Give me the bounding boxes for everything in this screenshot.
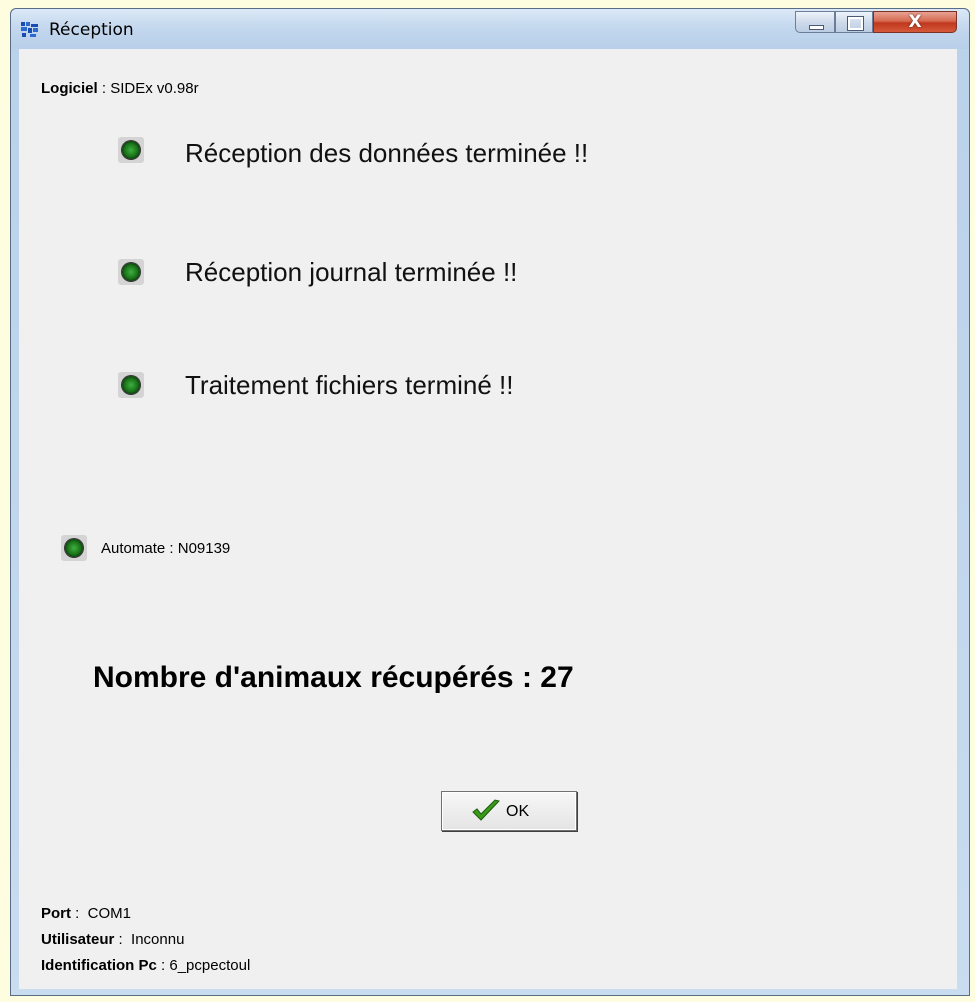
status-data-received: Réception des données terminée !! <box>185 138 589 168</box>
software-info: Logiciel : SIDEx v0.98r <box>41 80 199 97</box>
title-bar[interactable]: Réception X <box>11 9 969 49</box>
status-journal-received: Réception journal terminée !! <box>185 257 518 287</box>
user-info: Utilisateur : Inconnu <box>41 931 185 948</box>
software-label: Logiciel <box>41 80 98 97</box>
green-led-icon <box>61 535 87 561</box>
automate-label: Automate <box>101 540 166 557</box>
status-files-processed: Traitement fichiers terminé !! <box>185 370 514 400</box>
close-icon: X <box>908 12 922 32</box>
ok-label: OK <box>506 803 530 820</box>
user-label: Utilisateur <box>41 931 115 948</box>
client-area: Logiciel : SIDEx v0.98r Réception des do… <box>19 49 957 989</box>
app-icon <box>21 22 38 37</box>
software-value: SIDEx v0.98r <box>110 80 199 97</box>
ok-button[interactable]: OK <box>441 791 577 831</box>
user-value: Inconnu <box>131 931 185 948</box>
port-label: Port <box>41 905 71 922</box>
close-button[interactable]: X <box>873 11 957 33</box>
minimize-button[interactable] <box>795 11 835 33</box>
pc-value: 6_pcpectoul <box>169 957 251 974</box>
reception-window: Réception X Logiciel : SIDEx v0.98r Réce… <box>10 8 970 996</box>
green-led-icon <box>118 137 144 163</box>
pc-info: Identification Pc : 6_pcpectoul <box>41 957 251 974</box>
maximize-button[interactable] <box>835 11 873 33</box>
green-led-icon <box>118 372 144 398</box>
automate-info: Automate : N09139 <box>101 540 231 557</box>
maximize-icon <box>847 16 864 31</box>
minimize-icon <box>809 25 824 30</box>
port-info: Port : COM1 <box>41 905 132 922</box>
green-led-icon <box>118 259 144 285</box>
pc-label: Identification Pc <box>41 957 157 974</box>
window-title: Réception <box>49 20 134 40</box>
automate-value: N09139 <box>177 540 231 557</box>
port-value: COM1 <box>87 905 132 922</box>
checkmark-icon <box>472 799 500 821</box>
animals-count: Nombre d'animaux récupérés : 27 <box>93 661 574 694</box>
